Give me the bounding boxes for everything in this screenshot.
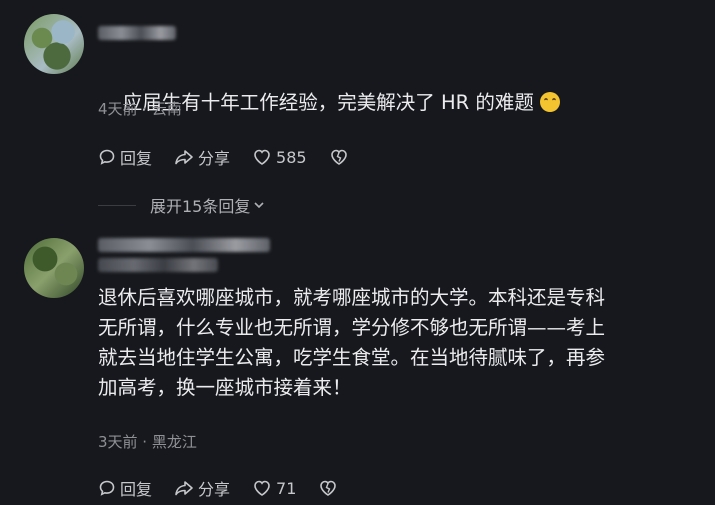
reply-label: 回复 [120,480,153,499]
share-label: 分享 [198,480,231,499]
broken-heart-icon [330,149,347,165]
share-label: 分享 [198,149,231,168]
share-icon [175,481,193,496]
reply-button[interactable]: 回复 [98,145,152,169]
comment-actions: 回复 分享 71 [98,476,364,500]
laughing-crying-emoji-icon [539,92,560,112]
chevron-down-icon [254,202,264,209]
like-count: 71 [276,478,297,498]
comment-actions: 回复 分享 585 [98,145,375,169]
username-blurred[interactable] [98,26,176,40]
share-button[interactable]: 分享 [174,476,230,500]
comment-text: 退休后喜欢哪座城市，就考哪座城市的大学。本科还是专科 无所谓，什么专业也无所谓，… [98,286,606,399]
dislike-button[interactable] [318,479,342,497]
expand-replies-button[interactable]: 展开15条回复 [98,193,266,217]
broken-heart-icon [320,480,337,496]
reply-label: 回复 [120,149,153,168]
expand-replies-label: 展开15条回复 [150,197,251,216]
comment-meta: 3天前 · 黑龙江 [98,433,197,451]
reply-icon [99,149,115,165]
like-count: 585 [276,147,307,167]
comment-meta: 4天前 · 云南 [98,100,182,118]
dislike-button[interactable] [329,148,353,166]
comment-text: 应届生有十年工作经验，完美解决了 HR 的难题 [98,58,698,148]
username-blurred-extra [98,258,218,272]
user-avatar[interactable] [24,14,84,74]
share-button[interactable]: 分享 [174,145,230,169]
divider-line [98,204,136,206]
share-icon [175,150,193,165]
heart-icon [254,149,270,165]
like-button[interactable]: 71 [252,479,296,498]
reply-icon [99,480,115,496]
reply-button[interactable]: 回复 [98,476,152,500]
like-button[interactable]: 585 [252,148,307,167]
user-avatar[interactable] [24,238,84,298]
username-blurred[interactable] [98,238,270,252]
heart-icon [254,480,270,496]
comment-text-content: 应届生有十年工作经验，完美解决了 HR 的难题 [122,91,534,114]
